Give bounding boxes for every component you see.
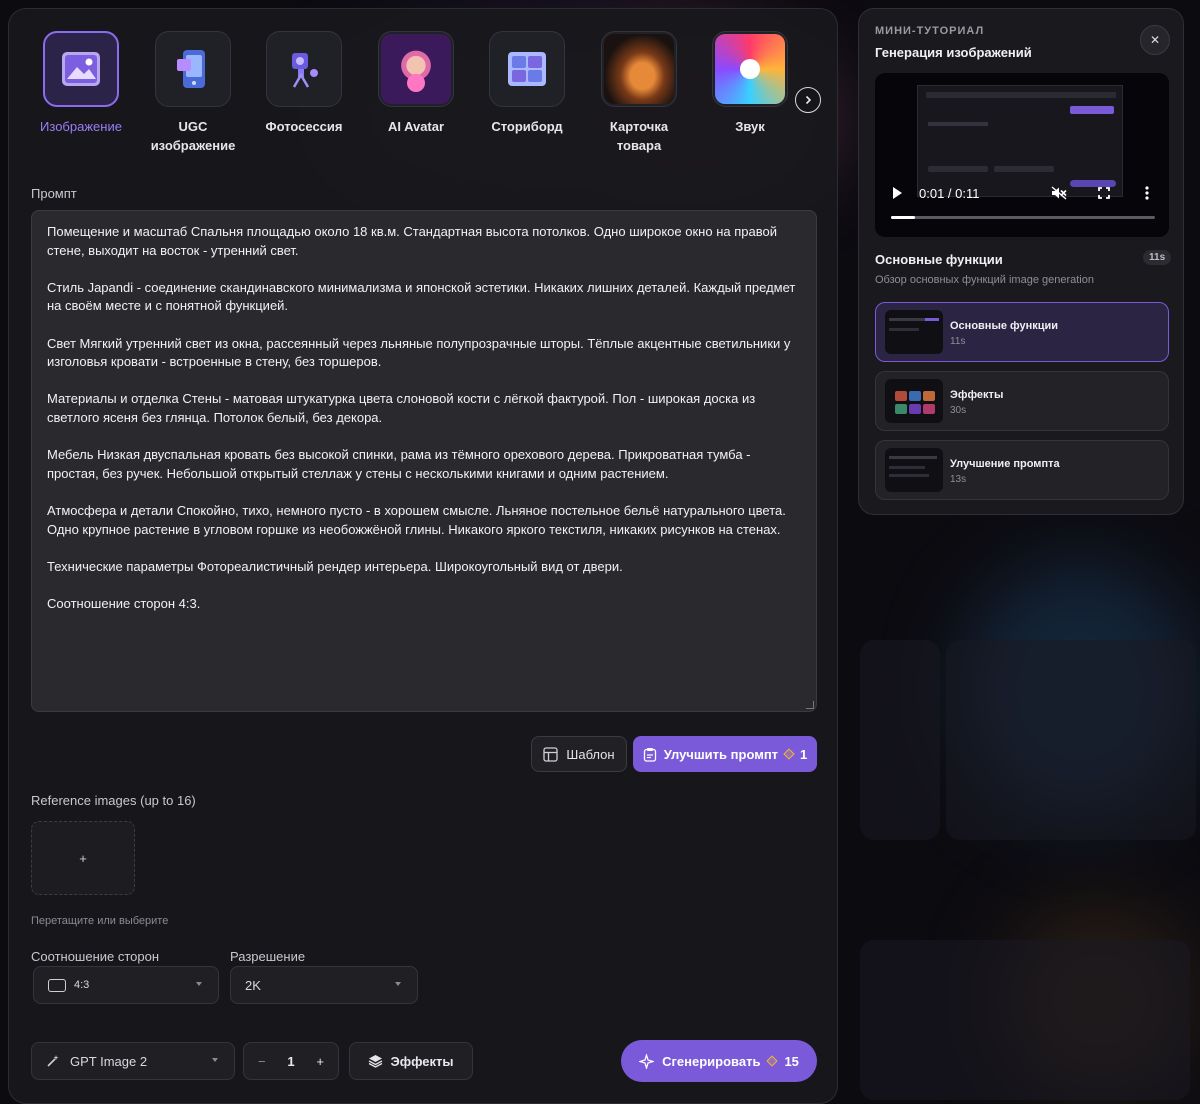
chevron-down-icon <box>196 982 202 986</box>
aspect-ratio-icon <box>48 978 66 992</box>
generator-panel: Изображение UGC изображение Фотосессия A… <box>8 8 838 1104</box>
duration-badge: 11s <box>1143 250 1172 265</box>
tutorial-clip-effects[interactable]: Эффекты 30s <box>875 371 1169 431</box>
video-time: 0:01 / 0:11 <box>919 186 980 201</box>
mute-icon[interactable] <box>1051 186 1067 200</box>
category-ai-avatar[interactable]: AI Avatar <box>366 31 466 136</box>
increment-button[interactable]: + <box>316 1054 324 1069</box>
phone-image-icon <box>155 31 231 107</box>
tutorial-video[interactable]: 0:01 / 0:11 <box>875 73 1169 237</box>
section-subtitle: Обзор основных функций image generation <box>875 274 1094 286</box>
template-icon <box>543 746 559 762</box>
prompt-label: Промпт <box>31 186 77 201</box>
resize-handle[interactable] <box>806 701 814 709</box>
sparkle-icon <box>639 1053 655 1069</box>
prompt-paragraph: Свет Мягкий утренний свет из окна, рассе… <box>47 335 791 370</box>
aspect-ratio-label: Соотношение сторон <box>31 949 160 964</box>
fullscreen-icon[interactable] <box>1098 187 1110 199</box>
prompt-paragraph: Стиль Japandi - соединение скандинавског… <box>47 279 796 314</box>
play-icon[interactable] <box>893 187 902 199</box>
category-label: UGC изображение <box>150 119 236 153</box>
quantity-stepper: − 1 + <box>243 1042 339 1080</box>
prompt-paragraph: Технические параметры Фотореалистичный р… <box>47 558 623 574</box>
resolution-select[interactable]: 2K <box>230 966 418 1004</box>
shoe-thumbnail <box>601 31 677 107</box>
prompt-paragraph: Помещение и масштаб Спальня площадью око… <box>47 224 777 258</box>
category-image[interactable]: Изображение <box>31 31 131 136</box>
category-photoshoot[interactable]: Фотосессия <box>254 31 354 136</box>
image-icon <box>43 31 119 107</box>
reference-upload-dropzone[interactable]: + <box>31 821 135 895</box>
clip-thumbnail <box>885 379 943 423</box>
generate-button[interactable]: Сгенерировать 15 <box>621 1040 817 1082</box>
camera-icon <box>266 31 342 107</box>
chevron-down-icon <box>395 982 401 986</box>
reference-label: Reference images (up to 16) <box>31 793 196 808</box>
next-categories-button[interactable] <box>795 87 821 113</box>
mini-tutorial-panel: МИНИ-ТУТОРИАЛ Генерация изображений ✕ 0:… <box>858 8 1184 515</box>
category-sound[interactable]: Звук <box>700 31 800 136</box>
magic-wand-icon <box>47 1055 59 1067</box>
category-storyboard[interactable]: Сториборд <box>477 31 577 136</box>
gem-icon <box>783 748 795 760</box>
more-options-icon[interactable] <box>1145 186 1149 200</box>
chevron-down-icon <box>212 1058 218 1062</box>
tutorial-title: Генерация изображений <box>875 45 1032 60</box>
quantity-value[interactable]: 1 <box>287 1054 294 1069</box>
prompt-paragraph: Материалы и отделка Стены - матовая штук… <box>47 391 756 425</box>
generation-toolbar: GPT Image 2 − 1 + Эффекты Сгенерировать … <box>31 1033 825 1087</box>
clip-thumbnail <box>885 448 943 492</box>
avatar-thumbnail <box>378 31 454 107</box>
effects-button[interactable]: Эффекты <box>349 1042 473 1080</box>
decrement-button[interactable]: − <box>258 1054 266 1069</box>
section-title: Основные функции <box>875 252 1003 267</box>
tutorial-clip-main-features[interactable]: Основные функции 11s <box>875 302 1169 362</box>
sound-thumbnail <box>712 31 788 107</box>
video-frame <box>917 85 1123 197</box>
template-button[interactable]: Шаблон <box>531 736 627 772</box>
prompt-paragraph: Соотношение сторон 4:3. <box>47 595 201 611</box>
add-icon: + <box>79 850 87 866</box>
category-label: Карточка товара <box>609 119 669 153</box>
layers-icon <box>369 1055 383 1068</box>
category-selector: Изображение UGC изображение Фотосессия A… <box>31 31 831 161</box>
clipboard-icon <box>643 747 656 762</box>
video-progress-fill <box>891 216 915 219</box>
close-button[interactable]: ✕ <box>1140 25 1170 55</box>
storyboard-icon <box>489 31 565 107</box>
upload-hint: Перетащите или выберите <box>31 915 169 927</box>
prompt-paragraph: Атмосфера и детали Спокойно, тихо, немно… <box>47 502 786 537</box>
close-icon: ✕ <box>1149 33 1161 47</box>
prompt-paragraph: Мебель Низкая двуспальная кровать без вы… <box>47 447 751 481</box>
resolution-label: Разрешение <box>230 949 306 964</box>
video-progress-track[interactable] <box>891 216 1155 219</box>
tutorial-clip-prompt-improve[interactable]: Улучшение промпта 13s <box>875 440 1169 500</box>
tutorial-kicker: МИНИ-ТУТОРИАЛ <box>875 25 985 37</box>
chevron-right-icon <box>805 95 812 105</box>
clip-thumbnail <box>885 310 943 354</box>
improve-prompt-button[interactable]: Улучшить промпт 1 <box>633 736 817 772</box>
model-select[interactable]: GPT Image 2 <box>31 1042 235 1080</box>
aspect-ratio-select[interactable]: 4:3 <box>33 966 219 1004</box>
prompt-textarea[interactable]: Помещение и масштаб Спальня площадью око… <box>31 210 817 712</box>
category-ugc-image[interactable]: UGC изображение <box>143 31 243 155</box>
category-product-card[interactable]: Карточка товара <box>589 31 689 155</box>
gem-icon <box>766 1055 779 1067</box>
